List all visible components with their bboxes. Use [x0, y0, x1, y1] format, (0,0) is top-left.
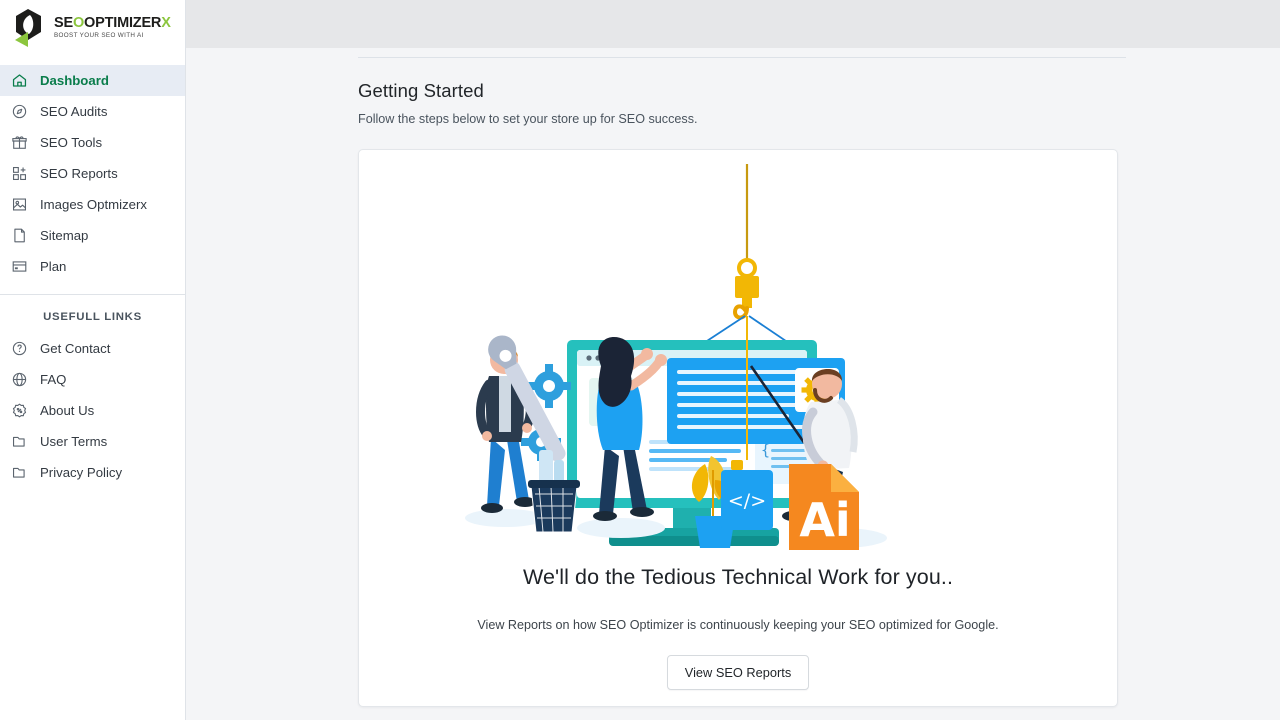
sidebar-item-label: SEO Audits	[40, 104, 107, 119]
view-seo-reports-button[interactable]: View SEO Reports	[667, 655, 809, 690]
image-icon	[10, 195, 29, 214]
logo-text: SEOOPTIMIZERX BOOST YOUR SEO WITH AI	[54, 16, 171, 40]
card-icon	[10, 257, 29, 276]
sidebar-item-about-us[interactable]: About Us	[0, 395, 185, 426]
sidebar-item-seo-audits[interactable]: SEO Audits	[0, 96, 185, 127]
sidebar-item-label: Privacy Policy	[40, 465, 122, 480]
content-top-rule	[358, 57, 1126, 58]
card-subline: View Reports on how SEO Optimizer is con…	[359, 618, 1117, 632]
sidebar-item-user-terms[interactable]: User Terms	[0, 426, 185, 457]
sidebar-item-label: SEO Reports	[40, 166, 118, 181]
card-headline: We'll do the Tedious Technical Work for …	[359, 565, 1117, 590]
code-glyph: </>	[728, 490, 766, 512]
sidebar-item-label: Get Contact	[40, 341, 110, 356]
sidebar-item-seo-tools[interactable]: SEO Tools	[0, 127, 185, 158]
gift-icon	[10, 133, 29, 152]
sidebar-item-label: User Terms	[40, 434, 107, 449]
logo-tagline: BOOST YOUR SEO WITH AI	[54, 33, 171, 39]
compass-icon	[10, 102, 29, 121]
primary-nav: Dashboard SEO Audits	[0, 55, 185, 282]
sidebar-item-sitemap[interactable]: Sitemap	[0, 220, 185, 251]
sidebar-item-privacy-policy[interactable]: Privacy Policy	[0, 457, 185, 488]
folder-icon	[10, 432, 29, 451]
sidebar-item-get-contact[interactable]: Get Contact	[0, 333, 185, 364]
document-icon	[10, 226, 29, 245]
sidebar-item-images-optmizerx[interactable]: Images Optmizerx	[0, 189, 185, 220]
ai-badge-label: Ai	[799, 493, 850, 547]
globe-icon	[10, 370, 29, 389]
card-action-row: View SEO Reports	[359, 655, 1117, 690]
sidebar-item-plan[interactable]: Plan	[0, 251, 185, 282]
getting-started-card: { }	[358, 149, 1118, 707]
sidebar-item-label: Sitemap	[40, 228, 88, 243]
content-area: Getting Started Follow the steps below t…	[186, 48, 1280, 720]
page-title: Getting Started	[358, 80, 697, 102]
question-circle-icon	[10, 339, 29, 358]
useful-links-nav: Get Contact FAQ	[0, 333, 185, 488]
seo-team-illustration: { }	[359, 150, 1118, 568]
page-header: Getting Started Follow the steps below t…	[358, 80, 697, 126]
page-subtitle: Follow the steps below to set your store…	[358, 112, 697, 126]
sidebar-item-label: Dashboard	[40, 73, 109, 88]
brand-logo[interactable]: SEOOPTIMIZERX BOOST YOUR SEO WITH AI	[0, 0, 185, 55]
folder-icon	[10, 463, 29, 482]
sidebar-item-label: SEO Tools	[40, 135, 102, 150]
sidebar-item-label: About Us	[40, 403, 94, 418]
logo-mark-icon	[8, 7, 48, 49]
grid-plus-icon	[10, 164, 29, 183]
main-area: Getting Started Follow the steps below t…	[186, 0, 1280, 720]
sidebar-section-title: USEFULL LINKS	[0, 295, 185, 333]
home-icon	[10, 71, 29, 90]
badge-percent-icon	[10, 401, 29, 420]
sidebar-item-label: Images Optmizerx	[40, 197, 147, 212]
logo-wordmark: SEOOPTIMIZERX	[54, 16, 171, 31]
sidebar-item-faq[interactable]: FAQ	[0, 364, 185, 395]
app-root: SEOOPTIMIZERX BOOST YOUR SEO WITH AI Das…	[0, 0, 1280, 720]
sidebar-item-label: Plan	[40, 259, 66, 274]
top-bar	[186, 0, 1280, 48]
sidebar: SEOOPTIMIZERX BOOST YOUR SEO WITH AI Das…	[0, 0, 186, 720]
sidebar-item-label: FAQ	[40, 372, 66, 387]
sidebar-item-seo-reports[interactable]: SEO Reports	[0, 158, 185, 189]
sidebar-item-dashboard[interactable]: Dashboard	[0, 65, 185, 96]
